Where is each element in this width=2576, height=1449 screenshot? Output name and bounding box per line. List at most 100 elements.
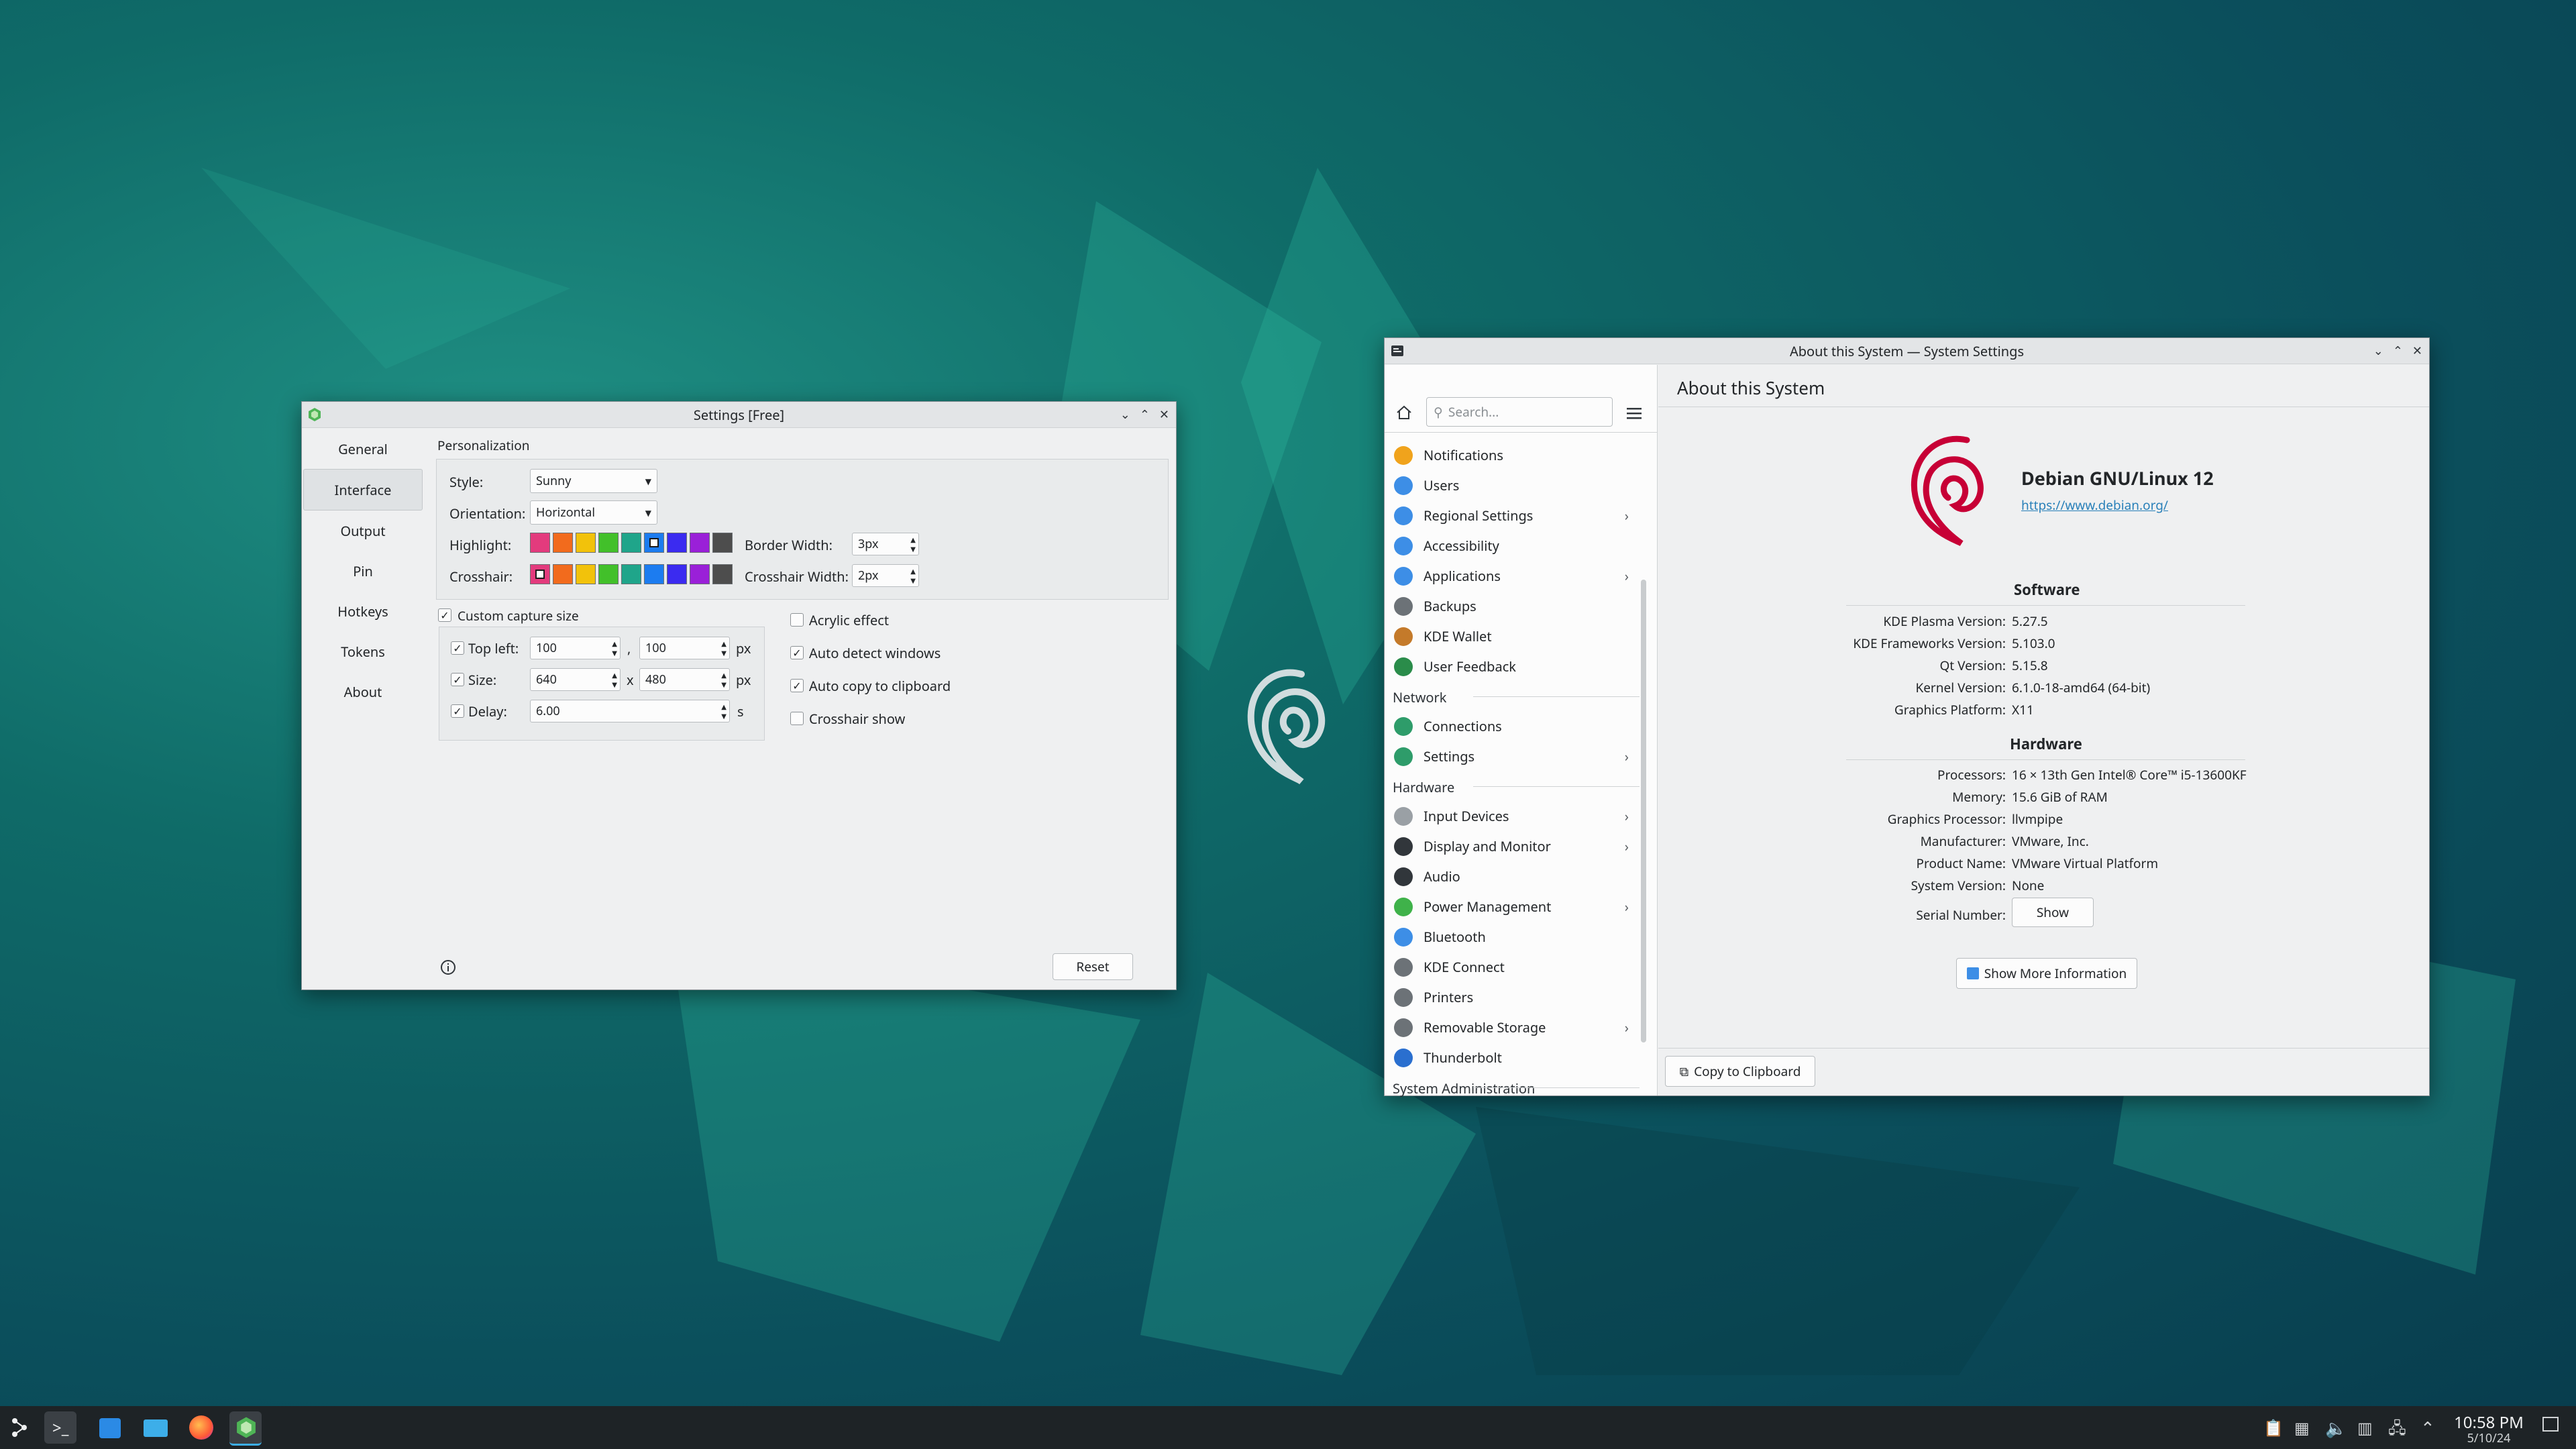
sidebar-item[interactable]: Settings › xyxy=(1385,741,1640,771)
search-input[interactable]: ⚲ Search... xyxy=(1426,397,1613,427)
copy-to-clipboard-button[interactable]: ⧉ Copy to Clipboard xyxy=(1665,1056,1815,1087)
color-swatch[interactable] xyxy=(690,533,710,553)
acrylic-effect-checkbox[interactable] xyxy=(790,613,804,627)
border-width-spin[interactable]: 3px ▲ ▼ xyxy=(852,533,919,555)
color-swatch[interactable] xyxy=(644,533,664,553)
delay-spin[interactable]: 6.00 ▲ ▼ xyxy=(530,700,730,722)
nav-tokens[interactable]: Tokens xyxy=(302,631,424,672)
auto-copy-checkbox[interactable]: ✓ xyxy=(790,679,804,692)
minimize-icon[interactable]: ⌄ xyxy=(1120,407,1130,423)
close-icon[interactable]: ✕ xyxy=(1159,407,1169,423)
spin-arrows-icon[interactable]: ▲ ▼ xyxy=(612,670,617,689)
sidebar-item[interactable]: Connections xyxy=(1385,711,1640,741)
tray-expand-icon[interactable]: ⌃ xyxy=(2420,1415,2435,1440)
size-checkbox[interactable]: ✓ xyxy=(451,673,464,686)
sidebar-item[interactable]: Power Management › xyxy=(1385,892,1640,922)
color-swatch[interactable] xyxy=(598,564,619,584)
distro-url-link[interactable]: https://www.debian.org/ xyxy=(2021,496,2168,514)
home-icon[interactable] xyxy=(1394,402,1414,423)
sidebar-item[interactable]: Applications › xyxy=(1385,561,1640,591)
sidebar-scrollbar[interactable] xyxy=(1641,580,1646,1042)
spin-arrows-icon[interactable]: ▲ ▼ xyxy=(910,535,916,553)
spin-arrows-icon[interactable]: ▲ ▼ xyxy=(721,702,727,720)
sidebar-item[interactable]: Audio xyxy=(1385,861,1640,892)
sidebar-item[interactable]: Removable Storage › xyxy=(1385,1012,1640,1042)
reset-button[interactable]: Reset xyxy=(1053,953,1133,980)
info-icon[interactable] xyxy=(439,959,457,976)
color-swatch[interactable] xyxy=(576,564,596,584)
sidebar-item[interactable]: Regional Settings › xyxy=(1385,500,1640,531)
maximize-icon[interactable]: ⌃ xyxy=(2393,343,2403,359)
auto-detect-checkbox[interactable]: ✓ xyxy=(790,646,804,659)
minimize-icon[interactable]: ⌄ xyxy=(2373,343,2383,359)
clipboard-tray-icon[interactable]: 📋 xyxy=(2263,1417,2284,1439)
taskbar-firefox[interactable] xyxy=(185,1411,217,1444)
color-swatch[interactable] xyxy=(598,533,619,553)
spin-arrows-icon[interactable]: ▲ ▼ xyxy=(721,639,727,657)
color-swatch[interactable] xyxy=(621,533,641,553)
crosshair-width-spin[interactable]: 2px ▲ ▼ xyxy=(852,564,919,587)
top-left-y-spin[interactable]: 100 ▲ ▼ xyxy=(639,637,730,659)
color-swatch[interactable] xyxy=(690,564,710,584)
color-swatch[interactable] xyxy=(553,564,573,584)
color-swatch[interactable] xyxy=(712,533,733,553)
show-more-info-button[interactable]: Show More Information xyxy=(1956,958,2137,989)
size-height-spin[interactable]: 480 ▲ ▼ xyxy=(639,668,730,691)
sidebar-item[interactable]: Accessibility xyxy=(1385,531,1640,561)
taskbar-konsole[interactable]: >_ xyxy=(44,1411,76,1444)
sidebar-item[interactable]: Printers xyxy=(1385,982,1640,1012)
sidebar-item[interactable]: Input Devices › xyxy=(1385,801,1640,831)
sidebar-item[interactable]: Backups xyxy=(1385,591,1640,621)
taskbar-snipaste[interactable] xyxy=(229,1411,262,1446)
style-combo[interactable]: Sunny ▼ xyxy=(530,469,657,493)
taskbar-discover[interactable] xyxy=(94,1411,126,1444)
delay-checkbox[interactable]: ✓ xyxy=(451,704,464,718)
device-tray-icon[interactable]: ▦ xyxy=(2294,1417,2310,1439)
sidebar-item[interactable]: Display and Monitor › xyxy=(1385,831,1640,861)
clock-date[interactable]: 5/10/24 xyxy=(2449,1430,2529,1446)
close-icon[interactable]: ✕ xyxy=(2412,343,2422,359)
titlebar[interactable]: About this System — System Settings ⌄ ⌃ … xyxy=(1385,338,2429,364)
color-swatch[interactable] xyxy=(644,564,664,584)
hamburger-menu-icon[interactable] xyxy=(1625,404,1644,423)
sidebar-item[interactable]: Bluetooth xyxy=(1385,922,1640,952)
nav-pin[interactable]: Pin xyxy=(302,551,424,591)
sidebar-item[interactable]: Thunderbolt xyxy=(1385,1042,1640,1073)
crosshair-show-checkbox[interactable] xyxy=(790,712,804,725)
color-swatch[interactable] xyxy=(530,533,550,553)
nav-output[interactable]: Output xyxy=(302,511,424,551)
spin-arrows-icon[interactable]: ▲ ▼ xyxy=(910,566,916,585)
color-swatch[interactable] xyxy=(553,533,573,553)
show-desktop-icon[interactable] xyxy=(2542,1417,2559,1432)
spin-arrows-icon[interactable]: ▲ ▼ xyxy=(612,639,617,657)
orientation-combo[interactable]: Horizontal ▼ xyxy=(530,500,657,525)
nav-hotkeys[interactable]: Hotkeys xyxy=(302,591,424,631)
color-swatch[interactable] xyxy=(667,533,687,553)
volume-icon[interactable]: 🔈 xyxy=(2325,1415,2347,1440)
spin-arrows-icon[interactable]: ▲ ▼ xyxy=(721,670,727,689)
color-swatch[interactable] xyxy=(712,564,733,584)
taskbar-dolphin[interactable] xyxy=(140,1411,172,1444)
show-serial-button[interactable]: Show xyxy=(2012,898,2094,927)
color-swatch[interactable] xyxy=(621,564,641,584)
network-icon[interactable]: 🖧 xyxy=(2388,1417,2406,1444)
color-swatch[interactable] xyxy=(530,564,550,584)
sidebar-item[interactable]: Notifications xyxy=(1385,440,1640,470)
custom-capture-checkbox[interactable]: ✓ xyxy=(438,608,451,622)
application-launcher-icon[interactable] xyxy=(8,1415,32,1440)
sidebar-item[interactable]: KDE Connect xyxy=(1385,952,1640,982)
color-swatch[interactable] xyxy=(667,564,687,584)
color-swatch[interactable] xyxy=(576,533,596,553)
maximize-icon[interactable]: ⌃ xyxy=(1140,407,1150,423)
nav-about[interactable]: About xyxy=(302,672,424,712)
sidebar-item[interactable]: KDE Wallet xyxy=(1385,621,1640,651)
usb-storage-icon[interactable]: ▥ xyxy=(2357,1417,2373,1439)
top-left-x-spin[interactable]: 100 ▲ ▼ xyxy=(530,637,621,659)
nav-general[interactable]: General xyxy=(302,429,424,469)
size-width-spin[interactable]: 640 ▲ ▼ xyxy=(530,668,621,691)
sidebar-item[interactable]: Users xyxy=(1385,470,1640,500)
top-left-checkbox[interactable]: ✓ xyxy=(451,641,464,655)
titlebar[interactable]: Settings [Free] ⌄ ⌃ ✕ xyxy=(302,402,1176,428)
sidebar-item[interactable]: User Feedback xyxy=(1385,651,1640,682)
nav-interface[interactable]: Interface xyxy=(303,469,423,511)
